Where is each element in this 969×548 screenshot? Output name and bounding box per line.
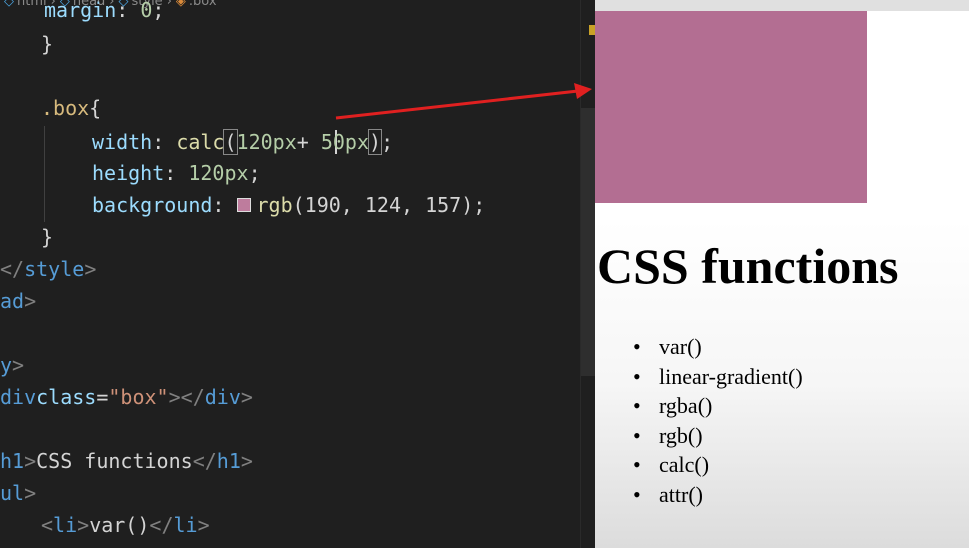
code-line[interactable]: divclass="box"></div>: [0, 381, 253, 413]
code-editor[interactable]: ◇ html › ◇ head › ◇ style › ◈ .box margin: 0;} .box…: [0, 0, 595, 548]
code-token: width: [92, 130, 153, 154]
code-token: >: [24, 481, 37, 505]
code-token: var(): [89, 513, 150, 537]
code-token: 0: [140, 0, 153, 22]
code-token: :: [164, 161, 189, 185]
preview-list-item: attr(): [633, 480, 803, 510]
code-token: >: [240, 449, 253, 473]
code-token: li: [53, 513, 78, 537]
indent-guide: [44, 126, 45, 222]
code-token: :: [212, 193, 237, 217]
code-token: =: [96, 385, 109, 409]
code-token: {: [89, 96, 102, 120]
code-token: style: [24, 257, 85, 281]
breadcrumb-item-html[interactable]: html: [17, 0, 47, 9]
code-token: height: [92, 161, 165, 185]
code-token: div: [0, 385, 37, 409]
editor-scrollbar-thumb[interactable]: [581, 108, 595, 376]
code-token: rgb: [256, 193, 293, 217]
code-token: }: [41, 225, 54, 249]
code-token: :: [152, 130, 177, 154]
code-line[interactable]: y>: [0, 349, 24, 381]
code-token: >: [77, 513, 90, 537]
code-token: .box: [41, 96, 90, 120]
code-token: </: [0, 257, 25, 281]
chevron-right-icon: ›: [166, 0, 172, 9]
code-line[interactable]: </style>: [0, 253, 96, 285]
preview-list-item: linear-gradient(): [633, 362, 803, 392]
code-token: <: [41, 513, 54, 537]
code-token: calc: [176, 130, 225, 154]
code-token: </: [192, 449, 217, 473]
html-element-icon: ◇: [4, 0, 14, 9]
code-token: h1: [0, 449, 25, 473]
code-line[interactable]: background: rgb(190, 124, 157);: [92, 189, 485, 221]
code-token: >: [84, 257, 97, 281]
preview-top-bar: [595, 0, 969, 11]
code-token: >: [24, 289, 37, 313]
code-token: li: [173, 513, 198, 537]
code-token: 50px: [320, 130, 370, 154]
code-token: background: [92, 193, 213, 217]
code-line[interactable]: height: 120px;: [92, 157, 261, 189]
code-token: 120px: [188, 161, 249, 185]
preview-heading: CSS functions: [597, 238, 899, 294]
code-line[interactable]: ad>: [0, 285, 36, 317]
code-token: 120px: [236, 130, 297, 154]
code-token: ;: [152, 0, 165, 22]
code-token: y: [0, 353, 13, 377]
code-token: ;: [381, 130, 394, 154]
code-line[interactable]: <li>var()</li>: [41, 509, 210, 541]
preview-list-item: calc(): [633, 450, 803, 480]
preview-box-div: [595, 11, 867, 203]
code-token: >: [197, 513, 210, 537]
code-token: </: [149, 513, 174, 537]
preview-list-item: rgba(): [633, 391, 803, 421]
code-token: ad: [0, 289, 25, 313]
breadcrumb-item-box[interactable]: .box: [189, 0, 217, 9]
code-line[interactable]: ul>: [0, 477, 36, 509]
code-token: ;: [473, 193, 486, 217]
code-token: (: [223, 129, 238, 155]
browser-preview: CSS functions var()linear-gradient()rgba…: [595, 0, 969, 548]
preview-list-item: var(): [633, 332, 803, 362]
code-token: ></: [168, 385, 205, 409]
code-token: class: [36, 385, 97, 409]
code-line[interactable]: }: [41, 221, 53, 253]
color-swatch-icon[interactable]: [236, 197, 251, 212]
code-token: ): [368, 129, 383, 155]
code-token: CSS functions: [36, 449, 193, 473]
preview-function-list: var()linear-gradient()rgba()rgb()calc()a…: [633, 332, 803, 510]
preview-list-item: rgb(): [633, 421, 803, 451]
code-line[interactable]: margin: 0;: [44, 0, 164, 26]
code-token: (190, 124, 157): [292, 193, 474, 217]
code-token: ;: [248, 161, 261, 185]
code-line[interactable]: width: calc(120px+ 50px);: [92, 126, 393, 158]
code-token: >: [240, 385, 253, 409]
code-token: div: [204, 385, 241, 409]
code-token: ul: [0, 481, 25, 505]
code-token: "box": [108, 385, 169, 409]
code-token: +: [296, 130, 321, 154]
code-token: h1: [216, 449, 241, 473]
code-token: >: [24, 449, 37, 473]
code-token: }: [41, 32, 54, 56]
code-line[interactable]: h1>CSS functions</h1>: [0, 445, 253, 477]
css-rule-icon: ◈: [175, 0, 186, 9]
code-line[interactable]: .box{: [41, 92, 101, 124]
code-token: margin: [44, 0, 117, 22]
code-token: :: [116, 0, 141, 22]
code-line[interactable]: }: [41, 28, 53, 60]
code-token: >: [12, 353, 25, 377]
